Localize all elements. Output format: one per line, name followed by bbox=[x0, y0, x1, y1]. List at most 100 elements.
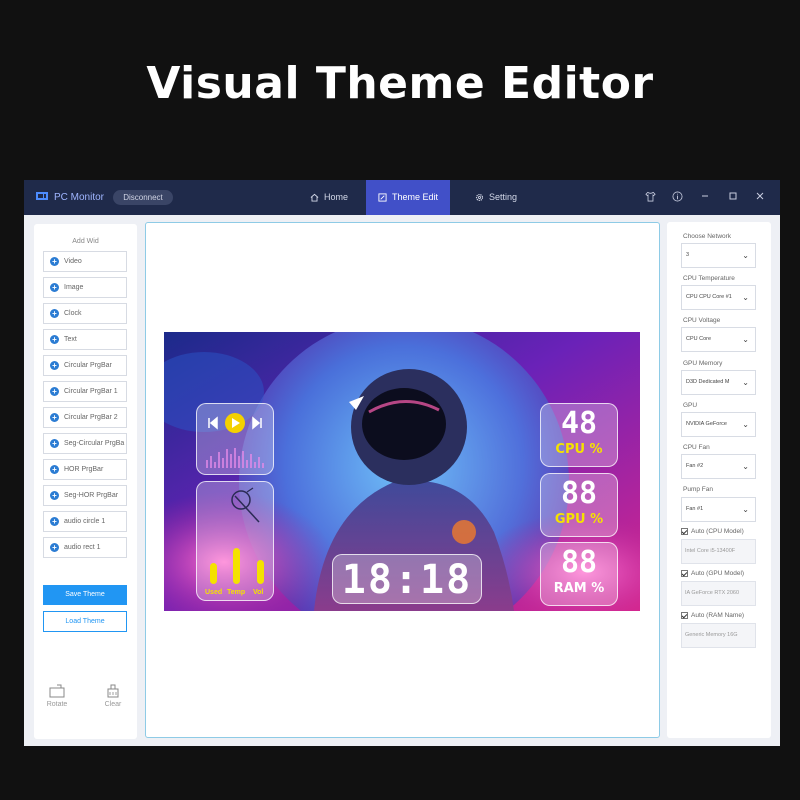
media-player-widget[interactable] bbox=[196, 403, 274, 475]
plus-circle-icon: + bbox=[50, 257, 59, 266]
widget-item-label: Clock bbox=[64, 310, 82, 317]
plus-circle-icon: + bbox=[50, 543, 59, 552]
rotate-button[interactable]: Rotate bbox=[42, 684, 72, 708]
chevron-down-icon: ⌄ bbox=[742, 462, 749, 471]
widget-panel: Add Wid + Video + Image + Clock + Text + Circular… bbox=[34, 224, 137, 739]
gpu-memory-select[interactable]: D3D Dedicated M ⌄ bbox=[681, 370, 756, 395]
checkbox-checked-icon bbox=[681, 528, 688, 535]
auto-cpu-model-checkbox[interactable]: Auto (CPU Model) bbox=[681, 528, 744, 535]
widget-item-label: Text bbox=[64, 336, 77, 343]
add-widget-circular-prgbar[interactable]: + Circular PrgBar bbox=[43, 355, 127, 376]
widget-item-label: Circular PrgBar bbox=[64, 362, 112, 369]
plus-circle-icon: + bbox=[50, 309, 59, 318]
gpu-memory-label: GPU Memory bbox=[683, 360, 723, 367]
theme-preview[interactable]: Used Temp Vol 18:18 48 CPU % 88 GPU % 88… bbox=[164, 332, 640, 611]
gauge-bar bbox=[257, 560, 264, 584]
widget-item-label: Seg-Circular PrgBa bbox=[64, 440, 125, 447]
load-theme-button[interactable]: Load Theme bbox=[43, 611, 127, 632]
save-theme-button[interactable]: Save Theme bbox=[43, 585, 127, 605]
gauge-bar bbox=[210, 563, 217, 584]
plus-circle-icon: + bbox=[50, 491, 59, 500]
cpu-fan-select[interactable]: Fan #2 ⌄ bbox=[681, 454, 756, 479]
ram-usage-value: 88 bbox=[560, 545, 598, 580]
checkbox-checked-icon bbox=[681, 612, 688, 619]
add-widget-circular-prgbar-2[interactable]: + Circular PrgBar 2 bbox=[43, 407, 127, 428]
ram-usage-label: RAM % bbox=[553, 581, 605, 596]
chevron-down-icon: ⌄ bbox=[742, 505, 749, 514]
chevron-down-icon: ⌄ bbox=[742, 335, 749, 344]
tab-setting[interactable]: Setting bbox=[460, 180, 532, 215]
network-select[interactable]: 3 ⌄ bbox=[681, 243, 756, 268]
chevron-down-icon: ⌄ bbox=[742, 420, 749, 429]
cpu-temperature-select[interactable]: CPU CPU Core #1 ⌄ bbox=[681, 285, 756, 310]
theme-canvas[interactable]: Used Temp Vol 18:18 48 CPU % 88 GPU % 88… bbox=[145, 222, 660, 738]
gpu-usage-value: 88 bbox=[560, 476, 598, 511]
gpu-usage-widget[interactable]: 88 GPU % bbox=[540, 473, 618, 537]
widget-item-label: Seg-HOR PrgBar bbox=[64, 492, 119, 499]
widget-panel-heading: Add Wid bbox=[72, 238, 99, 245]
auto-gpu-model-checkbox[interactable]: Auto (GPU Model) bbox=[681, 570, 744, 577]
gpu-label: GPU bbox=[683, 402, 698, 409]
app-logo-icon bbox=[36, 192, 48, 200]
gauge-widget[interactable]: Used Temp Vol bbox=[196, 481, 274, 601]
gpu-select[interactable]: NVIDIA GeForce ⌄ bbox=[681, 412, 756, 437]
add-widget-circular-prgbar-1[interactable]: + Circular PrgBar 1 bbox=[43, 381, 127, 402]
cpu-usage-widget[interactable]: 48 CPU % bbox=[540, 403, 618, 467]
cpu-model-field: Intel Core i5-13400F bbox=[681, 539, 756, 564]
ram-usage-widget[interactable]: 88 RAM % bbox=[540, 542, 618, 606]
tab-home[interactable]: Home bbox=[294, 180, 364, 215]
clear-icon bbox=[107, 684, 119, 698]
add-widget-image[interactable]: + Image bbox=[43, 277, 127, 298]
disconnect-button[interactable]: Disconnect bbox=[113, 190, 173, 205]
pump-fan-label: Pump Fan bbox=[683, 486, 713, 493]
close-icon[interactable] bbox=[753, 191, 767, 205]
widget-item-label: Circular PrgBar 1 bbox=[64, 388, 118, 395]
page-headline: Visual Theme Editor bbox=[146, 58, 654, 109]
gear-icon bbox=[475, 194, 484, 202]
clear-button[interactable]: Clear bbox=[98, 684, 128, 708]
auto-ram-name-checkbox[interactable]: Auto (RAM Name) bbox=[681, 612, 744, 619]
add-widget-audio-rect-1[interactable]: + audio rect 1 bbox=[43, 537, 127, 558]
pump-fan-select[interactable]: Fan #1 ⌄ bbox=[681, 497, 756, 522]
plus-circle-icon: + bbox=[50, 335, 59, 344]
ram-name-field: Generic Memory 16G bbox=[681, 623, 756, 648]
network-label: Choose Network bbox=[683, 233, 732, 240]
add-widget-clock[interactable]: + Clock bbox=[43, 303, 127, 324]
maximize-icon[interactable] bbox=[726, 191, 740, 205]
cpu-voltage-select[interactable]: CPU Core ⌄ bbox=[681, 327, 756, 352]
clock-widget[interactable]: 18:18 bbox=[332, 554, 482, 604]
gauge-label-used: Used bbox=[205, 589, 223, 596]
gauge-bar bbox=[233, 548, 240, 584]
widget-item-label: Circular PrgBar 2 bbox=[64, 414, 118, 421]
add-widget-text[interactable]: + Text bbox=[43, 329, 127, 350]
cpu-temperature-label: CPU Temperature bbox=[683, 275, 735, 282]
gpu-usage-label: GPU % bbox=[554, 512, 604, 527]
widget-item-label: audio rect 1 bbox=[64, 544, 101, 551]
gauge-label-temp: Temp bbox=[227, 589, 246, 596]
add-widget-audio-circle-1[interactable]: + audio circle 1 bbox=[43, 511, 127, 532]
add-widget-seg-circular-prgba[interactable]: + Seg-Circular PrgBa bbox=[43, 433, 127, 454]
cpu-voltage-label: CPU Voltage bbox=[683, 317, 721, 324]
checkbox-checked-icon bbox=[681, 570, 688, 577]
plus-circle-icon: + bbox=[50, 283, 59, 292]
add-widget-video[interactable]: + Video bbox=[43, 251, 127, 272]
chevron-down-icon: ⌄ bbox=[742, 251, 749, 260]
cpu-usage-value: 48 bbox=[560, 406, 598, 441]
shirt-icon[interactable] bbox=[643, 191, 657, 205]
gpu-model-field: IA GeForce RTX 2060 bbox=[681, 581, 756, 606]
app-window: PC Monitor Disconnect Home Theme Edit Se… bbox=[24, 180, 780, 746]
add-widget-seg-hor-prgbar[interactable]: + Seg-HOR PrgBar bbox=[43, 485, 127, 506]
theme-edit-icon bbox=[378, 193, 387, 202]
tab-theme-edit[interactable]: Theme Edit bbox=[366, 180, 450, 215]
minimize-icon[interactable] bbox=[698, 191, 712, 205]
title-bar: PC Monitor Disconnect Home Theme Edit Se… bbox=[24, 180, 780, 215]
plus-circle-icon: + bbox=[50, 413, 59, 422]
info-icon[interactable] bbox=[670, 191, 684, 205]
cpu-fan-label: CPU Fan bbox=[683, 444, 710, 451]
cpu-usage-label: CPU % bbox=[555, 442, 603, 457]
add-widget-hor-prgbar[interactable]: + HOR PrgBar bbox=[43, 459, 127, 480]
media-controls bbox=[206, 413, 264, 468]
widget-item-label: audio circle 1 bbox=[64, 518, 106, 525]
widget-item-label: Video bbox=[64, 258, 82, 265]
plus-circle-icon: + bbox=[50, 387, 59, 396]
